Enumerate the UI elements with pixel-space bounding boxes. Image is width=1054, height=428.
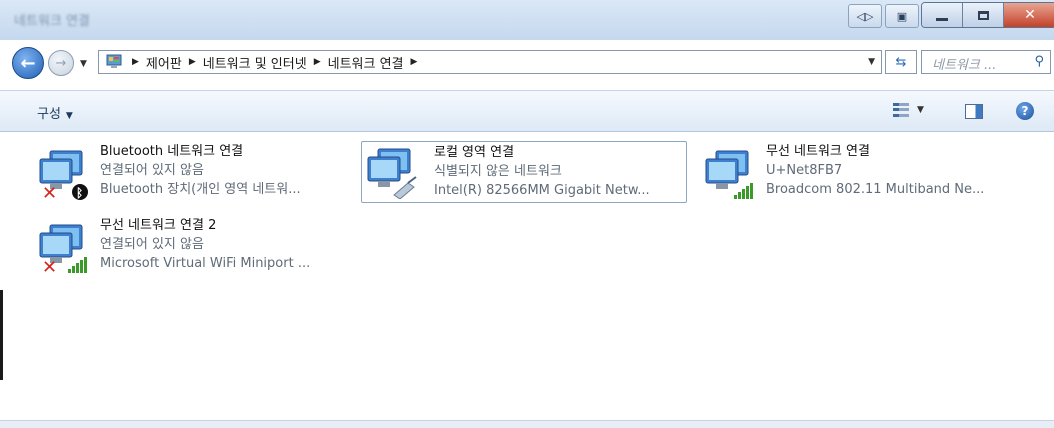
organize-label: 구성	[37, 107, 61, 122]
connection-device: Microsoft Virtual WiFi Miniport ...	[100, 256, 311, 271]
back-button[interactable]: ←	[12, 47, 44, 79]
signal-bars-icon	[734, 183, 753, 199]
breadcrumb: ▶ 제어판 ▶ 네트워크 및 인터넷 ▶ 네트워크 연결 ▶	[125, 51, 424, 73]
search-placeholder: 네트워크 ...	[932, 58, 997, 73]
control-panel-icon	[106, 54, 122, 68]
breadcrumb-separator-icon[interactable]: ▶	[189, 57, 196, 67]
caption-buttons: ✕	[921, 2, 1054, 28]
connection-item-bluetooth[interactable]: ✕ ᛒ Bluetooth 네트워크 연결 연결되어 있지 않음 Bluetoo…	[30, 141, 350, 203]
network-adapter-icon	[705, 150, 753, 199]
window-title: 네트워크 연결	[14, 14, 90, 29]
forward-button[interactable]: →	[48, 50, 74, 76]
chevron-down-icon: ▼	[65, 111, 73, 121]
minimize-button[interactable]	[922, 3, 963, 27]
close-icon: ✕	[1024, 7, 1036, 23]
breadcrumb-separator-icon[interactable]: ▶	[411, 57, 418, 67]
connection-status: 연결되어 있지 않음	[100, 163, 204, 178]
address-bar[interactable]: ▶ 제어판 ▶ 네트워크 및 인터넷 ▶ 네트워크 연결 ▶ ▼	[98, 50, 882, 74]
change-view-button[interactable]: ▼	[893, 103, 924, 117]
network-adapter-icon: ✕	[39, 224, 87, 275]
breadcrumb-control-panel[interactable]: 제어판	[146, 53, 182, 72]
connection-status: 식별되지 않은 네트워크	[434, 164, 562, 179]
breadcrumb-separator-icon[interactable]: ▶	[132, 57, 139, 67]
disconnected-x-icon: ✕	[42, 183, 57, 201]
refresh-icon: ⇆	[895, 54, 907, 70]
connection-name: 로컬 영역 연결	[434, 145, 515, 160]
recent-pages-dropdown[interactable]: ▼	[80, 59, 87, 69]
refresh-button[interactable]: ⇆	[885, 50, 917, 74]
connection-item-wireless[interactable]: 무선 네트워크 연결 U+Net8FB7 Broadcom 802.11 Mul…	[696, 141, 1036, 203]
connection-device: Bluetooth 장치(개인 영역 네트워...	[100, 182, 301, 197]
minimize-icon	[936, 17, 948, 21]
forward-arrow-icon: →	[55, 55, 67, 71]
window-edge	[0, 290, 3, 380]
back-arrow-icon: ←	[20, 52, 36, 74]
connection-item-wireless-2[interactable]: ✕ 무선 네트워크 연결 2 연결되어 있지 않음 Microsoft Virt…	[30, 215, 350, 277]
disconnected-x-icon: ✕	[42, 257, 57, 275]
connections-list: ✕ ᛒ Bluetooth 네트워크 연결 연결되어 있지 않음 Bluetoo…	[0, 132, 1054, 422]
snap-icon[interactable]: ▣	[885, 4, 919, 28]
close-button[interactable]: ✕	[1004, 3, 1054, 27]
maximize-icon	[977, 10, 989, 20]
title-bar: 네트워크 연결 ◁▷ ▣ ✕	[0, 0, 1054, 40]
connection-device: Intel(R) 82566MM Gigabit Netw...	[434, 183, 650, 198]
connection-name: Bluetooth 네트워크 연결	[100, 144, 244, 159]
bluetooth-icon: ᛒ	[76, 186, 83, 200]
search-icon[interactable]: ⚲	[1034, 54, 1044, 69]
breadcrumb-network-internet[interactable]: 네트워크 및 인터넷	[203, 53, 307, 72]
preview-pane-icon[interactable]	[965, 104, 983, 119]
help-icon[interactable]: ?	[1016, 102, 1034, 120]
connection-item-local-area[interactable]: 로컬 영역 연결 식별되지 않은 네트워크 Intel(R) 82566MM G…	[361, 141, 687, 203]
maximize-button[interactable]	[963, 3, 1004, 27]
search-input[interactable]: 네트워크 ... ⚲	[921, 50, 1051, 74]
connection-device: Broadcom 802.11 Multiband Ne...	[766, 182, 985, 197]
connection-name: 무선 네트워크 연결 2	[100, 218, 217, 233]
network-adapter-icon: ✕ ᛒ	[39, 150, 88, 201]
view-options-icon	[893, 103, 909, 117]
connection-name: 무선 네트워크 연결	[766, 144, 870, 159]
nav-arrows-icon[interactable]: ◁▷	[848, 4, 882, 28]
signal-bars-icon	[68, 257, 87, 273]
chevron-down-icon: ▼	[917, 105, 924, 115]
connection-status: U+Net8FB7	[766, 163, 843, 178]
breadcrumb-network-connections[interactable]: 네트워크 연결	[328, 53, 404, 72]
connection-status: 연결되어 있지 않음	[100, 237, 204, 252]
address-dropdown-icon[interactable]: ▼	[868, 57, 875, 67]
command-bar: 구성 ▼ ▼ ?	[0, 90, 1054, 132]
organize-menu-button[interactable]: 구성 ▼	[37, 103, 73, 122]
breadcrumb-separator-icon[interactable]: ▶	[314, 57, 321, 67]
network-adapter-icon	[367, 148, 417, 199]
